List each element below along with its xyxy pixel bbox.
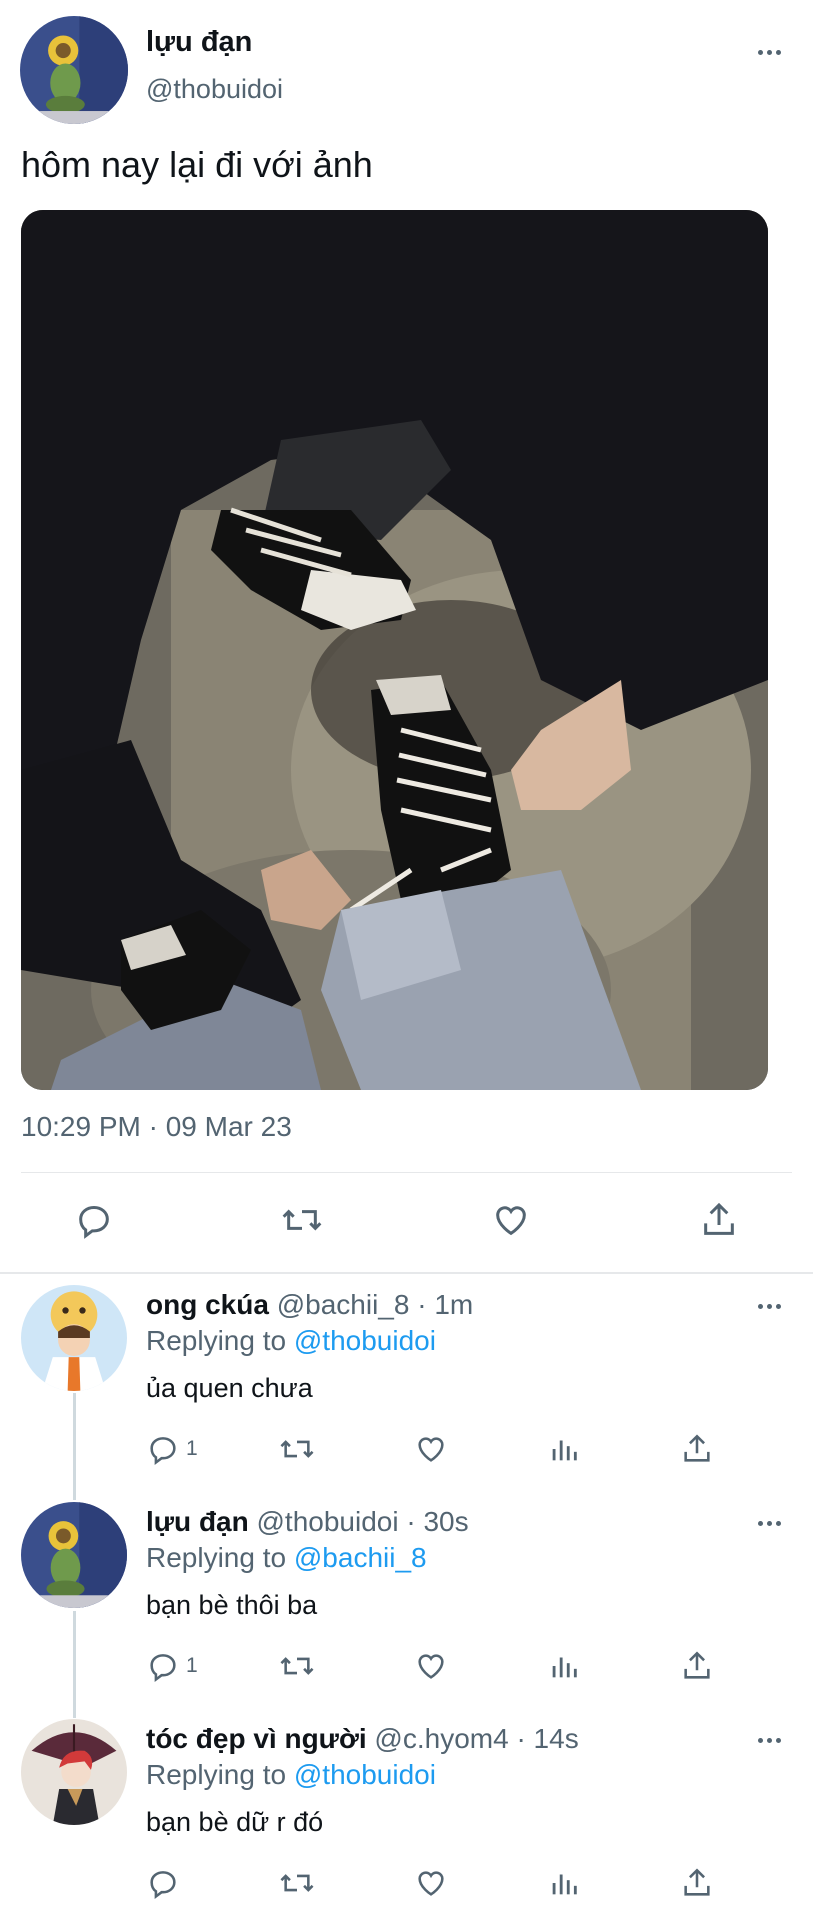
more-icon[interactable] [752, 1296, 786, 1316]
retweet-icon [282, 1209, 322, 1231]
retweet-button[interactable] [278, 1866, 316, 1900]
reply-button[interactable] [146, 1866, 180, 1900]
share-button[interactable] [680, 1432, 714, 1466]
share-button[interactable] [680, 1866, 714, 1900]
tweet-photo[interactable] [21, 210, 768, 1090]
author-handle[interactable]: @thobuidoi [146, 74, 283, 105]
replying-label: Replying to [146, 1542, 287, 1573]
replying-label: Replying to [146, 1759, 287, 1790]
like-button[interactable] [413, 1866, 449, 1900]
reply-meta: @bachii_8 · 1m [276, 1289, 474, 1320]
retweet-icon [280, 1657, 314, 1675]
reply-text: bạn bè thôi ba [146, 1590, 318, 1620]
share-icon [684, 1868, 710, 1896]
share-icon [684, 1651, 710, 1679]
author-avatar[interactable] [20, 16, 128, 124]
avatar-image [20, 16, 128, 124]
reply-meta: @thobuidoi · 30s [256, 1506, 469, 1537]
like-button[interactable] [490, 1200, 532, 1240]
avatar-image [21, 1719, 127, 1825]
like-icon [418, 1871, 444, 1896]
like-button[interactable] [413, 1649, 449, 1683]
reply-author-name[interactable]: ong ckúa [146, 1289, 269, 1320]
more-icon[interactable] [752, 42, 786, 62]
thread-line [73, 1611, 76, 1718]
timestamp-divider [21, 1172, 792, 1173]
analytics-button[interactable] [547, 1866, 581, 1900]
reply-icon [150, 1871, 176, 1900]
reply-count: 1 [186, 1654, 198, 1677]
more-icon[interactable] [752, 1730, 786, 1750]
reply-text: bạn bè dữ r đó [146, 1807, 324, 1837]
reply-avatar[interactable] [21, 1502, 127, 1608]
section-divider [0, 1272, 813, 1274]
retweet-button[interactable] [278, 1649, 316, 1683]
avatar-image [21, 1502, 127, 1608]
share-icon [704, 1202, 734, 1235]
reply-text: ủa quen chưa [146, 1373, 313, 1403]
retweet-button[interactable] [278, 1432, 316, 1466]
analytics-icon [552, 1657, 577, 1678]
retweet-button[interactable] [280, 1200, 324, 1240]
share-button[interactable] [699, 1200, 739, 1240]
reply-button[interactable]: 1 [146, 1432, 198, 1466]
like-button[interactable] [413, 1432, 449, 1466]
thread-line [73, 1393, 76, 1500]
like-icon [496, 1206, 526, 1236]
replying-to-link[interactable]: @thobuidoi [294, 1759, 436, 1790]
more-icon[interactable] [752, 1513, 786, 1533]
reply-button[interactable]: 1 [146, 1649, 198, 1683]
reply-count: 1 [186, 1437, 198, 1460]
analytics-button[interactable] [547, 1649, 581, 1683]
share-icon [684, 1434, 710, 1462]
replying-to-link[interactable]: @bachii_8 [294, 1542, 427, 1573]
replying-to-link[interactable]: @thobuidoi [294, 1325, 436, 1356]
reply-author-name[interactable]: tóc đẹp vì người [146, 1723, 367, 1754]
retweet-icon [280, 1874, 314, 1892]
replying-label: Replying to [146, 1325, 287, 1356]
reply-author-name[interactable]: lựu đạn [146, 1506, 249, 1537]
share-button[interactable] [680, 1649, 714, 1683]
reply-meta: @c.hyom4 · 14s [374, 1723, 579, 1754]
reply-button[interactable] [74, 1200, 114, 1240]
reply-avatar[interactable] [21, 1285, 127, 1391]
tweet-text: hôm nay lại đi với ảnh [21, 144, 373, 185]
like-icon [418, 1654, 444, 1679]
retweet-icon [280, 1440, 314, 1458]
reply-icon [150, 1654, 176, 1683]
reply-avatar[interactable] [21, 1719, 127, 1825]
photo-image [21, 210, 768, 1090]
author-name[interactable]: lựu đạn [146, 26, 252, 59]
analytics-button[interactable] [547, 1432, 581, 1466]
analytics-icon [552, 1440, 577, 1461]
like-icon [418, 1437, 444, 1462]
analytics-icon [552, 1874, 577, 1895]
avatar-image [21, 1285, 127, 1391]
tweet-timestamp: 10:29 PM · 09 Mar 23 [21, 1111, 292, 1142]
reply-icon [150, 1437, 176, 1466]
reply-icon [79, 1205, 109, 1239]
